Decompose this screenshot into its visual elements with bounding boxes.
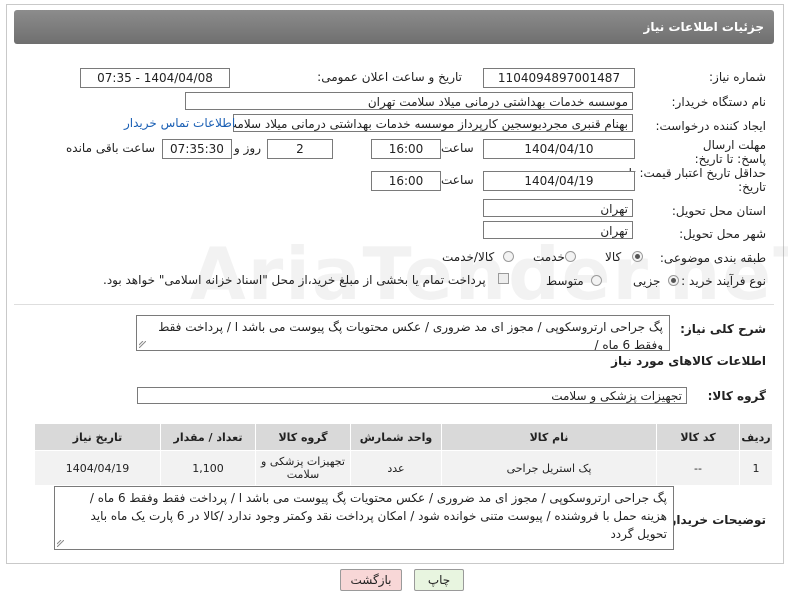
process-radio-medium[interactable] (591, 275, 602, 286)
header-unit: واحد شمارش (350, 423, 442, 451)
city-label: شهر محل تحویل: (679, 227, 766, 241)
table-row[interactable]: 1 -- پک استریل جراحی عدد تجهیزات پزشکی و… (34, 450, 773, 486)
items-table: ردیف کد کالا نام کالا واحد شمارش گروه کا… (34, 423, 773, 486)
goods-group-field[interactable]: تجهیزات پزشکی و سلامت (137, 387, 687, 404)
header-goods-group: گروه کالا (255, 423, 351, 451)
buyer-org-field[interactable]: موسسه خدمات بهداشتی درمانی میلاد سلامت ت… (185, 92, 633, 110)
page-title: جزئیات اطلاعات نیاز (643, 20, 764, 34)
deadline-date-field[interactable]: 1404/04/10 (483, 139, 635, 159)
deadline-time-field[interactable]: 16:00 (371, 139, 441, 159)
cell-unit: عدد (350, 450, 442, 486)
category-radio-service[interactable] (565, 251, 576, 262)
category-radio-both[interactable] (503, 251, 514, 262)
days-label: روز و (234, 141, 261, 155)
remaining-label: ساعت باقی مانده (66, 141, 156, 155)
description-text: پگ جراحی ارتروسکوپی / مجوز ای مد ضروری /… (158, 320, 663, 351)
goods-section-title: اطلاعات کالاهای مورد نیاز (611, 354, 766, 368)
category-option-service: خدمت (533, 250, 565, 264)
resize-handle-icon[interactable] (139, 341, 146, 348)
cell-need-date: 1404/04/19 (34, 450, 161, 486)
creator-field[interactable]: بهنام قنبری مجردبوسجین کارپرداز موسسه خد… (233, 114, 633, 132)
resize-handle-icon[interactable] (57, 540, 64, 547)
cell-goods-group: تجهیزات پزشکی و سلامت (255, 450, 351, 486)
buyer-org-label: نام دستگاه خریدار: (671, 95, 767, 109)
header-item-code: کد کالا (656, 423, 740, 451)
table-header-row: ردیف کد کالا نام کالا واحد شمارش گروه کا… (34, 423, 773, 451)
buyer-notes-textarea[interactable]: پگ جراحی ارتروسکوپی / مجوز ای مد ضروری /… (54, 486, 674, 550)
header-bar: جزئیات اطلاعات نیاز (14, 10, 774, 44)
validity-time-field[interactable]: 16:00 (371, 171, 441, 191)
header-row-number: ردیف (739, 423, 773, 451)
province-field[interactable]: تهران (483, 199, 633, 217)
buyer-notes-label: توضیحات خریدار: (664, 513, 766, 527)
process-label: نوع فرآیند خرید : (681, 274, 766, 288)
deadline-time-label: ساعت (441, 141, 474, 155)
cell-item-name: پک استریل جراحی (441, 450, 657, 486)
category-option-both: کالا/خدمت (442, 250, 495, 264)
creator-label: ایجاد کننده درخواست: (655, 119, 766, 133)
header-need-date: تاریخ نیاز (34, 423, 161, 451)
category-label: طبقه بندی موضوعی: (659, 251, 766, 265)
treasury-note: پرداخت تمام یا بخشی از مبلغ خرید،از محل … (103, 273, 486, 287)
process-option-medium: متوسط (546, 274, 584, 288)
deadline-label: مهلت ارسال پاسخ: تا تاریخ: (694, 138, 766, 166)
validity-label: حداقل تاریخ اعتبار قیمت: تا تاریخ: (628, 166, 766, 194)
process-option-minor: جزیی (633, 274, 661, 288)
validity-date-field[interactable]: 1404/04/19 (483, 171, 635, 191)
goods-group-label: گروه کالا: (707, 389, 766, 403)
buyer-notes-text: پگ جراحی ارتروسکوپی / مجوز ای مد ضروری /… (89, 491, 667, 541)
description-label: شرح کلی نیاز: (680, 322, 766, 336)
header-item-name: نام کالا (441, 423, 657, 451)
city-field[interactable]: تهران (483, 221, 633, 239)
need-number-label: شماره نیاز: (709, 70, 766, 84)
back-button[interactable]: بازگشت (340, 569, 402, 591)
validity-time-label: ساعت (441, 173, 474, 187)
buyer-contact-link[interactable]: اطلاعات تماس خریدار (124, 116, 235, 130)
announce-field[interactable]: 1404/04/08 - 07:35 (80, 68, 230, 88)
treasury-checkbox[interactable] (498, 273, 509, 284)
announce-label: تاریخ و ساعت اعلان عمومی: (317, 70, 462, 84)
cell-item-code: -- (656, 450, 740, 486)
print-button[interactable]: چاپ (414, 569, 464, 591)
need-number-field[interactable]: 1104094897001487 (483, 68, 635, 88)
category-radio-goods[interactable] (632, 251, 643, 262)
cell-row-number: 1 (739, 450, 773, 486)
description-textarea[interactable]: پگ جراحی ارتروسکوپی / مجوز ای مد ضروری /… (136, 315, 670, 351)
cell-quantity: 1,100 (160, 450, 256, 486)
process-radio-minor[interactable] (668, 275, 679, 286)
category-option-goods: کالا (605, 250, 622, 264)
deadline-days-field[interactable]: 2 (267, 139, 333, 159)
divider (14, 304, 774, 305)
province-label: استان محل تحویل: (671, 204, 766, 218)
remaining-time-field[interactable]: 07:35:30 (162, 139, 232, 159)
header-quantity: تعداد / مقدار (160, 423, 256, 451)
